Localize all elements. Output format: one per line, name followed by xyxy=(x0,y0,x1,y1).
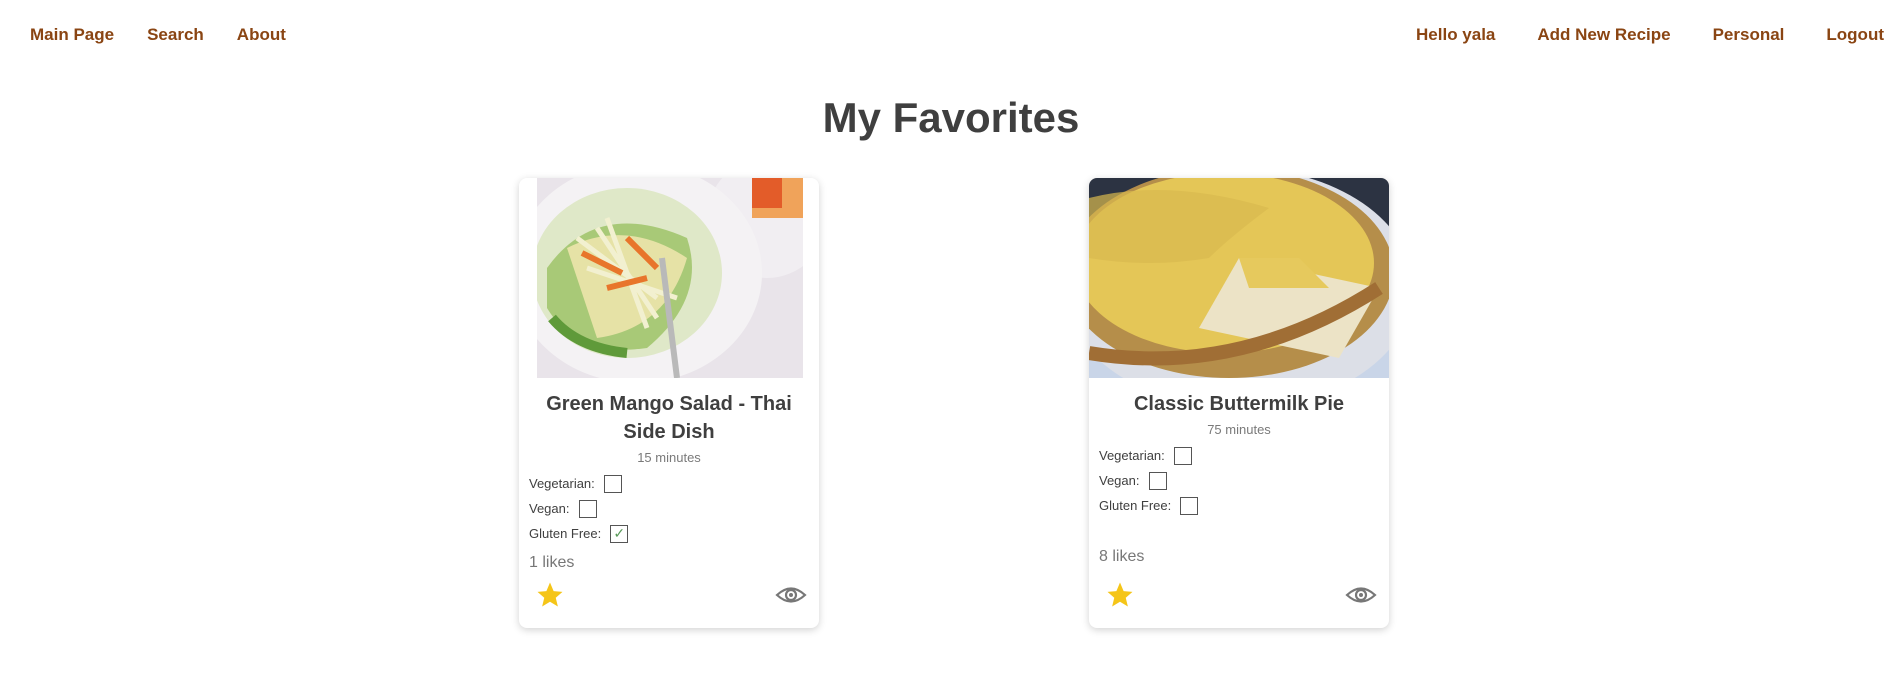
nav-main-page-link[interactable]: Main Page xyxy=(30,25,114,45)
nav-logout-link[interactable]: Logout xyxy=(1826,25,1884,45)
vegan-row: Vegan: xyxy=(1099,468,1389,493)
recipe-image[interactable] xyxy=(519,178,819,378)
vegan-label: Vegan: xyxy=(1099,473,1140,488)
nav-add-recipe-link[interactable]: Add New Recipe xyxy=(1537,25,1670,45)
vegetarian-checkbox xyxy=(603,474,622,493)
likes-count: 8 likes xyxy=(1099,548,1145,565)
nav-left: Main Page Search About xyxy=(30,25,286,45)
star-icon[interactable] xyxy=(1105,580,1135,610)
vegan-label: Vegan: xyxy=(529,501,570,516)
gluten-free-row: Gluten Free: xyxy=(1099,493,1389,518)
gluten-free-label: Gluten Free: xyxy=(529,526,602,541)
eye-icon[interactable] xyxy=(775,584,807,606)
nav-personal-link[interactable]: Personal xyxy=(1713,25,1785,45)
top-nav: Main Page Search About Hello yala Add Ne… xyxy=(0,0,1902,70)
gluten-free-checkbox xyxy=(1180,496,1199,515)
star-icon[interactable] xyxy=(535,580,565,610)
likes-count: 1 likes xyxy=(529,554,575,571)
vegetarian-row: Vegetarian: xyxy=(1099,443,1389,468)
recipe-time: 75 minutes xyxy=(1207,422,1271,437)
recipe-card: Classic Buttermilk Pie 75 minutes Vegeta… xyxy=(1089,178,1389,628)
eye-icon[interactable] xyxy=(1345,584,1377,606)
nav-user-greeting[interactable]: Hello yala xyxy=(1416,25,1495,45)
gluten-free-checkbox: ✓ xyxy=(610,524,629,543)
nav-search-link[interactable]: Search xyxy=(147,25,204,45)
gluten-free-row: Gluten Free: ✓ xyxy=(529,521,819,546)
vegetarian-label: Vegetarian: xyxy=(1099,448,1165,463)
recipe-time: 15 minutes xyxy=(637,450,701,465)
recipe-title[interactable]: Green Mango Salad - Thai Side Dish xyxy=(527,390,811,446)
vegan-checkbox xyxy=(1148,471,1167,490)
recipe-card: Green Mango Salad - Thai Side Dish 15 mi… xyxy=(519,178,819,628)
vegetarian-row: Vegetarian: xyxy=(529,471,819,496)
vegetarian-label: Vegetarian: xyxy=(529,476,595,491)
vegan-row: Vegan: xyxy=(529,496,819,521)
vegan-checkbox xyxy=(578,499,597,518)
recipe-image[interactable] xyxy=(1089,178,1389,378)
nav-about-link[interactable]: About xyxy=(237,25,286,45)
nav-right: Hello yala Add New Recipe Personal Logou… xyxy=(1416,25,1884,45)
vegetarian-checkbox xyxy=(1173,446,1192,465)
gluten-free-label: Gluten Free: xyxy=(1099,498,1172,513)
recipe-title[interactable]: Classic Buttermilk Pie xyxy=(1097,390,1381,418)
page-title: My Favorites xyxy=(822,94,1080,141)
